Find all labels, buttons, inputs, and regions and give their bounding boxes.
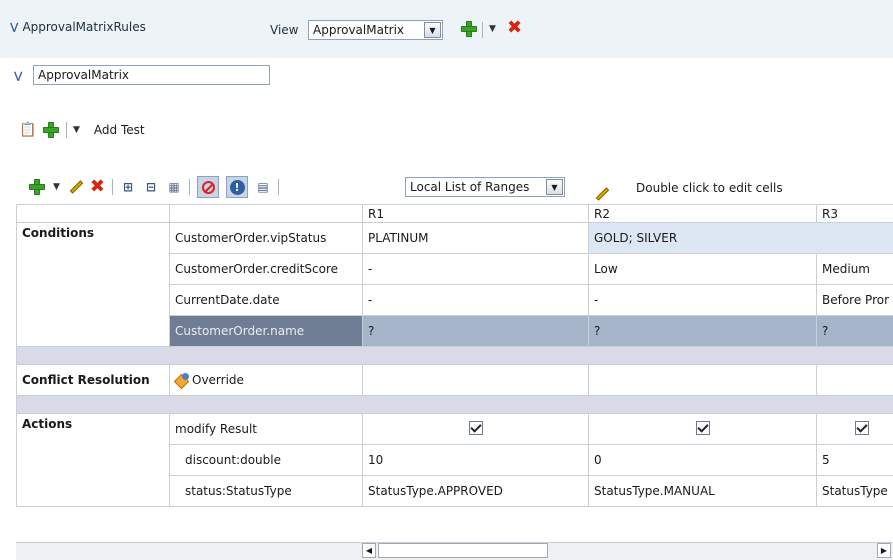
ruleset-name: ApprovalMatrixRules	[22, 20, 145, 34]
section-divider	[17, 347, 893, 365]
action-name[interactable]: modify Result	[170, 414, 363, 445]
view-select[interactable]: ApprovalMatrix ▼	[308, 20, 443, 40]
table-row: Conflict Resolution Override	[17, 365, 893, 396]
edit-icon[interactable]	[67, 179, 83, 195]
toolbar-separator	[278, 179, 279, 195]
decision-table-name: ApprovalMatrix	[38, 68, 129, 82]
disable-conflicts-toggle[interactable]	[197, 176, 219, 198]
calendar-icon[interactable]: ▤	[255, 179, 271, 195]
table-row: Actions modify Result	[17, 414, 893, 445]
section-divider	[17, 396, 893, 414]
ruleset-toggle[interactable]: ⋁ ApprovalMatrixRules	[10, 20, 146, 34]
condition-cell[interactable]: Low	[589, 254, 817, 285]
add-menu-chevron-icon[interactable]: ▼	[489, 24, 496, 34]
actions-label: Actions	[17, 414, 170, 507]
action-cell[interactable]: StatusType.APPROVED	[363, 476, 589, 507]
chevron-down-icon[interactable]: ▼	[546, 179, 563, 195]
conditions-label: Conditions	[17, 223, 170, 347]
test-toolbar: 📋 ▼ Add Test	[20, 121, 145, 139]
add-row-icon[interactable]	[28, 178, 46, 196]
action-cell[interactable]: 0	[589, 445, 817, 476]
column-header[interactable]: R2	[589, 205, 817, 223]
override-icon	[175, 373, 189, 387]
conflict-resolution-cell[interactable]: Override	[170, 365, 363, 396]
chevron-down-icon[interactable]: ▼	[53, 182, 60, 192]
conflict-value: Override	[192, 373, 244, 387]
toolbar-separator	[66, 122, 67, 138]
action-param-name[interactable]: discount:double	[170, 445, 363, 476]
condition-cell[interactable]: -	[363, 285, 589, 316]
merge-table-icon[interactable]: ⊟	[143, 179, 159, 195]
column-header-row: R1 R2 R3	[17, 205, 893, 223]
condition-cell[interactable]: Medium	[817, 254, 893, 285]
conflict-cell[interactable]	[589, 365, 817, 396]
action-cell[interactable]: StatusType.MANUAL	[589, 476, 817, 507]
condition-name[interactable]: CurrentDate.date	[170, 285, 363, 316]
toolbar-separator	[482, 22, 483, 38]
condition-cell[interactable]: ?	[817, 316, 893, 347]
decision-table-name-field[interactable]: ApprovalMatrix	[33, 65, 270, 85]
ranges-select-value: Local List of Ranges	[410, 180, 529, 194]
column-header[interactable]: R1	[363, 205, 589, 223]
table-row: Conditions CustomerOrder.vipStatus PLATI…	[17, 223, 893, 254]
find-gaps-icon[interactable]: ▦	[166, 179, 182, 195]
forbidden-icon	[202, 181, 215, 194]
condition-name[interactable]: CustomerOrder.name	[170, 316, 363, 347]
action-cell[interactable]: 5	[817, 445, 893, 476]
action-checkbox-cell[interactable]	[817, 414, 893, 445]
checkbox[interactable]	[696, 421, 710, 435]
grid-toolbar: ▼ ✖ ⊞ ⊟ ▦ ! ▤	[28, 176, 279, 198]
chevron-down-icon[interactable]: ▼	[73, 125, 80, 135]
toolbar-separator	[189, 179, 190, 195]
add-icon[interactable]	[42, 121, 60, 139]
paste-icon[interactable]: 📋	[20, 122, 36, 138]
decision-table-chevron-icon[interactable]: ⋁	[14, 71, 22, 82]
expand-chevron-icon[interactable]: ⋁	[10, 22, 18, 33]
delete-icon[interactable]: ✖	[90, 178, 105, 196]
condition-cell[interactable]: ?	[363, 316, 589, 347]
delete-icon[interactable]: ✖	[507, 19, 522, 37]
edit-hint: Double click to edit cells	[636, 181, 783, 195]
scroll-right-icon[interactable]: ▶	[877, 543, 891, 558]
column-header[interactable]: R3	[817, 205, 893, 223]
split-table-icon[interactable]: ⊞	[120, 179, 136, 195]
action-cell[interactable]: StatusType	[817, 476, 893, 507]
condition-cell[interactable]: ?	[589, 316, 817, 347]
toolbar-separator	[112, 179, 113, 195]
decision-table-grid: R1 R2 R3 Conditions CustomerOrder.vipSta…	[16, 204, 893, 507]
condition-cell[interactable]: PLATINUM	[363, 223, 589, 254]
conflict-cell[interactable]	[363, 365, 589, 396]
ranges-select[interactable]: Local List of Ranges ▼	[405, 177, 565, 197]
action-checkbox-cell[interactable]	[363, 414, 589, 445]
condition-cell[interactable]: -	[363, 254, 589, 285]
action-cell[interactable]: 10	[363, 445, 589, 476]
action-param-name[interactable]: status:StatusType	[170, 476, 363, 507]
checkbox[interactable]	[855, 421, 869, 435]
condition-cell[interactable]: Before Pror	[817, 285, 893, 316]
scroll-left-icon[interactable]: ◀	[362, 543, 376, 558]
action-checkbox-cell[interactable]	[589, 414, 817, 445]
view-select-value: ApprovalMatrix	[313, 23, 404, 37]
chevron-down-icon[interactable]: ▼	[424, 22, 441, 38]
conflict-cell[interactable]	[817, 365, 893, 396]
corner-cell	[170, 205, 363, 223]
add-icon[interactable]	[460, 20, 478, 38]
condition-cell[interactable]: GOLD; SILVER	[589, 223, 893, 254]
view-label: View	[270, 23, 298, 37]
conflict-resolution-label: Conflict Resolution	[17, 365, 170, 396]
add-test-label[interactable]: Add Test	[94, 123, 145, 137]
condition-name[interactable]: CustomerOrder.creditScore	[170, 254, 363, 285]
alert-icon: !	[230, 180, 245, 195]
corner-cell	[17, 205, 170, 223]
condition-cell[interactable]: -	[589, 285, 817, 316]
show-conflicts-toggle[interactable]: !	[226, 176, 248, 198]
scroll-thumb[interactable]	[378, 543, 548, 558]
checkbox[interactable]	[469, 421, 483, 435]
condition-name[interactable]: CustomerOrder.vipStatus	[170, 223, 363, 254]
